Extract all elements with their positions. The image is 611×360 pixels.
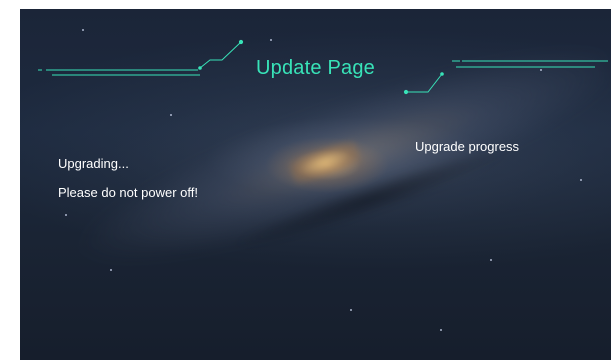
upgrade-progress-label: Upgrade progress (415, 139, 520, 154)
page-title: Update Page (256, 57, 375, 79)
power-off-warning: Please do not power off! (58, 185, 198, 200)
upgrading-status: Upgrading... (58, 156, 129, 171)
update-screen: Update Page Upgrading... Please do not p… (20, 9, 611, 360)
page-frame: Update Page Upgrading... Please do not p… (0, 0, 611, 360)
left-connector-dot (238, 39, 244, 45)
right-connector-dot (403, 89, 409, 95)
